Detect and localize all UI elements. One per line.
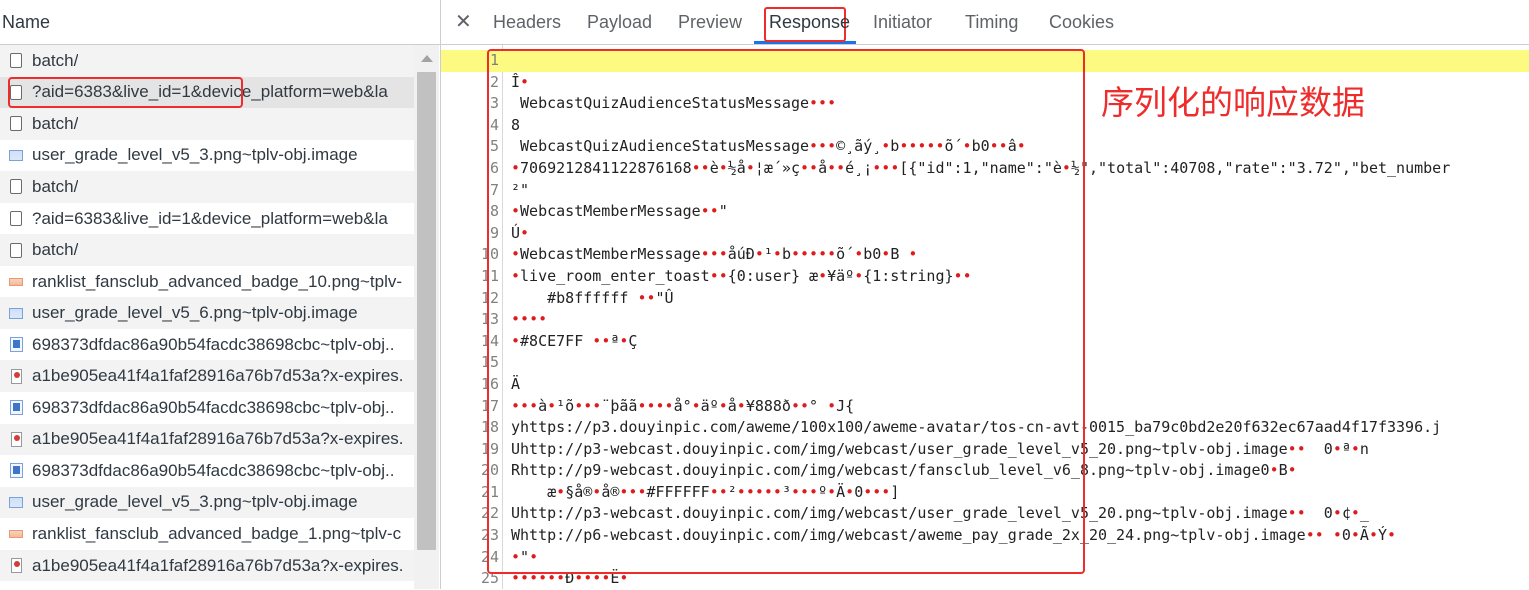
request-name: user_grade_level_v5_6.png~tplv-obj.image [32,303,358,323]
request-row[interactable]: a1be905ea41f4a1faf28916a76b7d53a?x-expir… [0,423,414,456]
request-name: batch/ [32,50,79,70]
request-name: ranklist_fansclub_advanced_badge_1.png~t… [32,523,402,543]
scroll-up-arrow-icon[interactable] [421,55,433,62]
request-name: batch/ [32,113,79,133]
request-row[interactable]: 698373dfdac86a90b54facdc38698cbc~tplv-ob… [0,392,414,424]
tab-cookies[interactable]: Cookies [1049,12,1114,33]
request-name: batch/ [32,176,79,196]
request-name: 698373dfdac86a90b54facdc38698cbc~tplv-ob… [32,460,395,480]
document-icon [5,114,27,134]
request-row[interactable]: user_grade_level_v5_6.png~tplv-obj.image [0,297,414,329]
document-icon [5,209,27,229]
request-row[interactable]: ?aid=6383&live_id=1&device_platform=web&… [0,203,414,235]
request-name: a1be905ea41f4a1faf28916a76b7d53a?x-expir… [32,555,404,575]
red-image-icon [5,556,27,576]
request-list-panel: Name batch/ ?aid=6383&live_id=1&device_pl… [0,0,441,589]
annotation-highlight-response-body [487,49,1085,574]
request-row[interactable]: batch/ [0,171,414,203]
tab-initiator[interactable]: Initiator [873,12,932,33]
orange-image-icon [5,524,27,544]
orange-image-icon [5,272,27,292]
request-row[interactable]: user_grade_level_v5_3.png~tplv-obj.image [0,486,414,519]
image-file-icon [5,398,27,418]
request-name: batch/ [32,240,79,260]
request-row[interactable]: batch/ [0,108,414,140]
red-image-icon [5,429,27,449]
red-image-icon [5,366,27,386]
request-list: batch/ ?aid=6383&live_id=1&device_platfor… [0,45,414,582]
request-row[interactable]: a1be905ea41f4a1faf28916a76b7d53a?x-expir… [0,360,414,393]
close-icon[interactable]: ✕ [455,9,472,34]
request-row[interactable]: ranklist_fansclub_advanced_badge_1.png~t… [0,518,414,550]
name-column-header[interactable]: Name [0,0,440,45]
document-icon [5,51,27,71]
annotation-highlight-request [8,77,243,108]
request-row[interactable]: batch/ [0,45,414,77]
request-list-scrollbar[interactable] [414,45,439,589]
request-name: ?aid=6383&live_id=1&device_platform=web&… [32,208,388,228]
request-row[interactable]: user_grade_level_v5_3.png~tplv-obj.image [0,140,414,172]
image-icon [5,303,27,323]
tab-payload[interactable]: Payload [587,12,652,33]
document-icon [5,177,27,197]
name-header-label: Name [2,11,51,32]
request-name: user_grade_level_v5_3.png~tplv-obj.image [32,492,358,512]
document-icon [5,240,27,260]
request-name: ranklist_fansclub_advanced_badge_10.png~… [32,271,403,291]
request-row[interactable]: ranklist_fansclub_advanced_badge_10.png~… [0,266,414,298]
request-name: 698373dfdac86a90b54facdc38698cbc~tplv-ob… [32,334,395,354]
tab-headers[interactable]: Headers [493,12,561,33]
tab-preview[interactable]: Preview [678,12,742,33]
request-row[interactable]: 698373dfdac86a90b54facdc38698cbc~tplv-ob… [0,455,414,487]
detail-tab-bar: ✕ Headers Payload Preview Response Initiator… [441,0,1529,45]
request-name: a1be905ea41f4a1faf28916a76b7d53a?x-expir… [32,366,404,386]
tab-timing[interactable]: Timing [965,12,1018,33]
image-file-icon [5,461,27,481]
image-file-icon [5,335,27,355]
image-icon [5,492,27,512]
request-row[interactable]: a1be905ea41f4a1faf28916a76b7d53a?x-expir… [0,549,414,582]
tab-response[interactable]: Response [769,12,850,33]
request-name: user_grade_level_v5_3.png~tplv-obj.image [32,145,358,165]
scrollbar-thumb[interactable] [417,72,436,550]
request-row[interactable]: 698373dfdac86a90b54facdc38698cbc~tplv-ob… [0,329,414,361]
request-row[interactable]: batch/ [0,234,414,266]
image-icon [5,145,27,165]
request-name: a1be905ea41f4a1faf28916a76b7d53a?x-expir… [32,429,404,449]
annotation-label: 序列化的响应数据 [1101,83,1365,122]
request-name: 698373dfdac86a90b54facdc38698cbc~tplv-ob… [32,397,395,417]
